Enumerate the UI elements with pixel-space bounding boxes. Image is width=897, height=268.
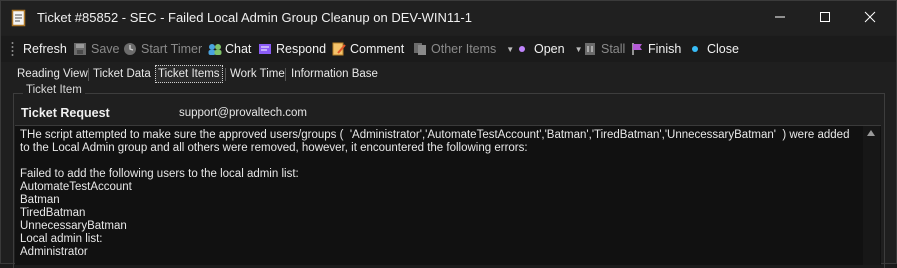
maximize-button[interactable] xyxy=(802,1,848,33)
timer-icon xyxy=(123,42,137,56)
open-status-dropdown[interactable]: Open ▼ xyxy=(518,40,583,58)
toolbar: Refresh Save Start Timer Chat Respond Co… xyxy=(1,36,896,62)
comment-button[interactable]: Comment xyxy=(332,40,404,58)
comment-label: Comment xyxy=(350,42,405,56)
tab-ticket-items[interactable]: Ticket Items xyxy=(155,65,223,83)
ticket-document-icon xyxy=(11,9,27,27)
respond-button[interactable]: Respond xyxy=(258,40,326,58)
vertical-scrollbar[interactable] xyxy=(863,126,880,265)
save-icon xyxy=(73,42,87,56)
title-bar: Ticket #85852 - SEC - Failed Local Admin… xyxy=(1,1,896,35)
open-label: Open xyxy=(534,42,565,56)
stall-icon xyxy=(583,42,597,56)
close-ticket-button[interactable]: Close xyxy=(691,40,739,58)
toolbar-grip[interactable] xyxy=(11,41,14,57)
ticket-window: Ticket #85852 - SEC - Failed Local Admin… xyxy=(0,0,897,268)
save-label: Save xyxy=(91,42,120,56)
respond-label: Respond xyxy=(276,42,327,56)
tab-divider xyxy=(88,68,89,81)
request-email: support@provaltech.com xyxy=(179,107,308,119)
finish-flag-icon xyxy=(630,42,644,56)
tab-label: Ticket Items xyxy=(158,68,220,80)
comment-icon xyxy=(332,42,346,56)
other-items-icon xyxy=(413,42,427,56)
close-window-button[interactable] xyxy=(847,1,893,33)
ticket-body-text[interactable]: THe script attempted to make sure the ap… xyxy=(15,125,881,265)
close-label: Close xyxy=(707,42,739,56)
group-label: Ticket Item xyxy=(23,84,85,96)
window-title: Ticket #85852 - SEC - Failed Local Admin… xyxy=(37,10,472,25)
chat-icon xyxy=(207,42,222,56)
chevron-down-icon: ▼ xyxy=(574,44,583,54)
start-timer-label: Start Timer xyxy=(141,42,203,56)
tab-label: Information Base xyxy=(291,68,378,80)
open-status-dot-icon xyxy=(518,42,526,56)
other-items-dropdown[interactable]: Other Items ▼ xyxy=(413,40,514,58)
tab-divider xyxy=(225,68,226,81)
tab-information-base[interactable]: Information Base xyxy=(289,66,380,82)
tab-label: Work Time xyxy=(230,68,285,80)
start-timer-button[interactable]: Start Timer xyxy=(123,40,202,58)
tab-label: Ticket Data xyxy=(93,68,151,80)
chevron-down-icon: ▼ xyxy=(506,44,515,54)
stall-button[interactable]: Stall xyxy=(583,40,625,58)
save-button[interactable]: Save xyxy=(73,40,120,58)
tab-strip: Reading View Ticket Data Ticket Items Wo… xyxy=(1,65,896,83)
tab-ticket-data[interactable]: Ticket Data xyxy=(91,66,153,82)
minimize-button[interactable] xyxy=(757,1,803,33)
chat-label: Chat xyxy=(225,42,252,56)
tab-label: Reading View xyxy=(17,68,88,80)
refresh-button[interactable]: Refresh xyxy=(23,40,67,58)
tab-work-time[interactable]: Work Time xyxy=(228,66,287,82)
respond-icon xyxy=(258,42,272,56)
stall-label: Stall xyxy=(601,42,626,56)
finish-button[interactable]: Finish xyxy=(630,40,681,58)
close-status-dot-icon xyxy=(691,42,699,56)
finish-label: Finish xyxy=(648,42,682,56)
chat-button[interactable]: Chat xyxy=(207,40,251,58)
scroll-up-arrow-icon[interactable] xyxy=(867,130,875,136)
other-items-label: Other Items xyxy=(431,42,497,56)
tab-reading-view[interactable]: Reading View xyxy=(15,66,90,82)
tab-divider xyxy=(285,68,286,81)
ticket-request-label: Ticket Request xyxy=(21,106,110,120)
refresh-label: Refresh xyxy=(23,42,67,56)
